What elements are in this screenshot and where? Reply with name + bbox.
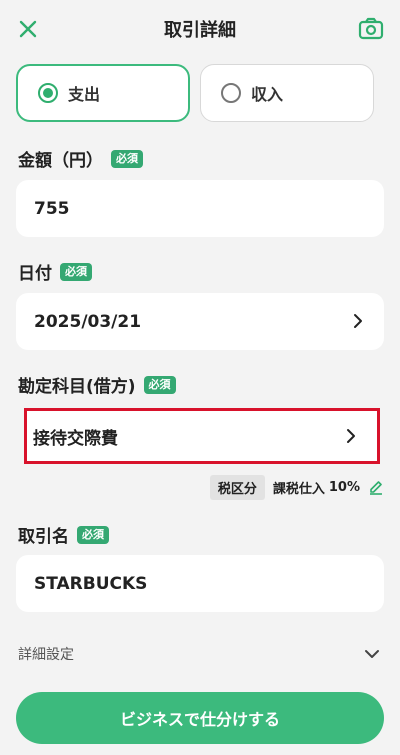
transaction-name-value: STARBUCKS <box>34 573 148 594</box>
account-field[interactable]: 接待交際費 <box>24 408 380 464</box>
required-badge: 必須 <box>111 149 143 168</box>
date-label-row: 日付 必須 <box>18 259 92 284</box>
date-value: 2025/03/21 <box>34 311 142 332</box>
income-option[interactable]: 収入 <box>200 64 374 122</box>
page-title: 取引詳細 <box>164 20 236 41</box>
account-value: 接待交際費 <box>33 428 118 449</box>
amount-field[interactable]: 755 <box>16 180 384 237</box>
tax-category-tag: 税区分 <box>209 474 265 500</box>
date-label: 日付 <box>18 264 52 284</box>
chevron-right-icon <box>347 429 355 443</box>
amount-label: 金額（円） <box>18 151 103 171</box>
expense-option[interactable]: 支出 <box>16 64 190 122</box>
expense-label: 支出 <box>68 85 101 104</box>
tax-rate: 10% <box>328 479 360 495</box>
chevron-right-icon <box>354 314 362 328</box>
detail-settings-toggle[interactable]: 詳細設定 <box>18 642 384 666</box>
radio-unselected-icon <box>221 83 241 103</box>
required-badge: 必須 <box>60 262 92 281</box>
transaction-name-label: 取引名 <box>18 527 69 547</box>
radio-selected-icon <box>38 83 58 103</box>
transaction-name-label-row: 取引名 必須 <box>18 522 109 547</box>
account-label: 勘定科目(借方) <box>18 377 136 397</box>
amount-value: 755 <box>34 198 70 219</box>
transaction-name-field[interactable]: STARBUCKS <box>16 555 384 612</box>
account-label-row: 勘定科目(借方) 必須 <box>18 372 176 397</box>
tax-row[interactable]: 税区分 課税仕入 10% <box>209 474 384 500</box>
header: 取引詳細 <box>0 0 400 58</box>
amount-label-row: 金額（円） 必須 <box>18 146 143 171</box>
pencil-icon[interactable] <box>368 479 384 495</box>
required-badge: 必須 <box>143 375 176 394</box>
chevron-down-icon <box>365 650 379 658</box>
required-badge: 必須 <box>77 525 109 544</box>
date-field[interactable]: 2025/03/21 <box>16 293 384 350</box>
submit-button-label: ビジネスで仕分けする <box>119 710 280 729</box>
camera-icon[interactable] <box>358 16 384 42</box>
income-label: 収入 <box>251 85 284 104</box>
detail-settings-label: 詳細設定 <box>18 647 74 663</box>
submit-button[interactable]: ビジネスで仕分けする <box>16 692 384 744</box>
tax-type: 課税仕入 <box>272 481 325 497</box>
